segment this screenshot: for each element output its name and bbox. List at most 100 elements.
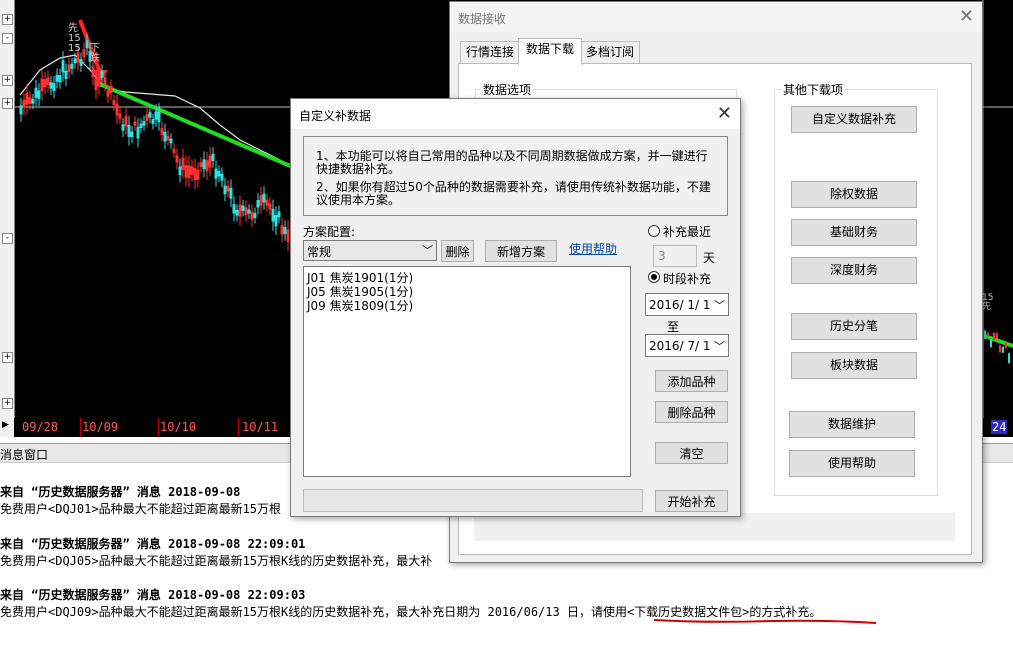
candle-body xyxy=(148,112,152,118)
data-receive-title: 数据接收 xyxy=(458,12,507,26)
candle-body xyxy=(37,90,41,99)
candle-body xyxy=(274,215,278,227)
start-supplement-button[interactable]: 开始补充 xyxy=(655,490,728,512)
toolbar-button[interactable]: + xyxy=(2,98,13,109)
basic-finance-button[interactable]: 基础财务 xyxy=(791,219,917,246)
candle-body xyxy=(100,70,104,78)
message-body: 免费用户<DQJ05>品种最大不能超过距离最新15万根K线的历史数据补充，最大补 xyxy=(0,554,433,568)
candle-body xyxy=(987,332,989,337)
toolbar-button[interactable]: - xyxy=(2,233,13,244)
custom-supplement-dialog: 自定义补数据 ✕ 1、本功能可以将自己常用的品种以及不同周期数据做成方案，并一键… xyxy=(290,98,741,517)
date-to-picker[interactable]: 2016/ 7/ 1 ﹀ xyxy=(645,334,729,357)
date-separator xyxy=(238,418,239,437)
candle-body xyxy=(241,205,245,211)
candle-body xyxy=(52,83,56,92)
date-label: 10/09 xyxy=(82,420,119,434)
recent-days-value: 3 xyxy=(658,249,666,263)
info-box: 1、本功能可以将自己常用的品种以及不同周期数据做成方案，并一键进行快捷数据补充。… xyxy=(303,136,728,216)
candle-body xyxy=(217,170,221,177)
recent-radio-label: 补充最近 xyxy=(663,225,712,239)
custom-data-supplement-button[interactable]: 自定义数据补充 xyxy=(791,106,917,133)
close-icon[interactable]: ✕ xyxy=(959,6,974,27)
chevron-down-icon[interactable]: ﹀ xyxy=(422,242,433,258)
candle-body xyxy=(139,123,143,129)
candle-body xyxy=(247,209,251,214)
candle-body xyxy=(130,131,134,138)
date-from-picker[interactable]: 2016/ 1/ 1 ﹀ xyxy=(645,293,729,316)
candle-body xyxy=(157,111,161,123)
candle-body xyxy=(55,74,59,82)
recent-days-input[interactable]: 3 xyxy=(653,245,697,267)
new-scheme-button[interactable]: 新增方案 xyxy=(485,240,557,262)
tab-depth-subscribe[interactable]: 多档订阅 xyxy=(580,41,640,64)
date-label: 24 xyxy=(991,420,1008,434)
message-window-title: 消息窗口 xyxy=(0,448,49,462)
candle-body xyxy=(277,211,281,218)
candle-body xyxy=(70,63,74,69)
data-options-label: 数据选项 xyxy=(481,81,534,98)
remove-instrument-button[interactable]: 删除品种 xyxy=(655,401,728,423)
message-header: 来自 “历史数据服务器” 消息 2018-09-08 xyxy=(0,485,241,499)
delete-scheme-button[interactable]: 删除 xyxy=(441,240,474,262)
info-line-1: 1、本功能可以将自己常用的品种以及不同周期数据做成方案，并一键进行快捷数据补充。 xyxy=(316,149,708,176)
annotation-text: 先 xyxy=(982,302,992,312)
add-instrument-button[interactable]: 添加品种 xyxy=(655,370,728,392)
info-line-2: 2、如果你有超过50个品种的数据需要补充，请使用传统补数据功能，不建议使用本方案… xyxy=(316,180,711,207)
help-button[interactable]: 使用帮助 xyxy=(789,450,915,477)
chevron-down-icon[interactable]: ﹀ xyxy=(714,338,725,354)
date-to-label: 至 xyxy=(667,320,680,334)
candle-body xyxy=(990,339,992,348)
zoom-in-button[interactable]: + xyxy=(2,14,13,25)
instrument-list[interactable]: J01 焦炭1901(1分) J05 焦炭1905(1分) J09 焦炭1809… xyxy=(303,266,631,477)
candle-body xyxy=(999,345,1001,353)
clear-button[interactable]: 清空 xyxy=(655,442,728,464)
tab-market-connect[interactable]: 行情连接 xyxy=(460,41,520,64)
date-label: 10/11 xyxy=(242,420,279,434)
annotation-text: 下跌 xyxy=(90,43,100,64)
message-body: 免费用户<DQJ01>品种最大不能超过距离最新15万根 xyxy=(0,502,282,516)
message-header: 来自 “历史数据服务器” 消息 2018-09-08 22:09:01 xyxy=(0,537,306,551)
progress-bar xyxy=(303,489,643,512)
vertical-toolbar: + - + + - + + ▶ xyxy=(0,0,15,437)
help-link[interactable]: 使用帮助 xyxy=(569,240,617,257)
deep-finance-button[interactable]: 深度财务 xyxy=(791,257,917,284)
ex-rights-data-button[interactable]: 除权数据 xyxy=(791,181,917,208)
candle-body xyxy=(993,332,995,341)
message-header: 来自 “历史数据服务器” 消息 2018-09-08 22:09:03 xyxy=(0,588,306,602)
candle-body xyxy=(235,209,239,216)
toolbar-button[interactable]: + xyxy=(2,352,13,363)
candle-body xyxy=(154,111,158,120)
hand-drawn-underline xyxy=(653,619,877,624)
candle-body xyxy=(34,87,38,98)
toolbar-button[interactable]: + xyxy=(2,398,13,409)
play-icon[interactable]: ▶ xyxy=(2,420,9,430)
period-radio-label: 时段补充 xyxy=(663,272,712,286)
candle-body xyxy=(202,159,206,170)
sector-data-button[interactable]: 板块数据 xyxy=(791,352,917,379)
scheme-select[interactable]: 常规 ﹀ xyxy=(303,240,437,261)
recent-radio[interactable] xyxy=(648,225,660,237)
candle-body xyxy=(984,330,986,339)
candle-body xyxy=(163,131,167,142)
candle-body xyxy=(31,99,35,104)
tab-data-download[interactable]: 数据下载 xyxy=(518,38,582,65)
chevron-down-icon[interactable]: ﹀ xyxy=(714,297,725,313)
historical-ticks-button[interactable]: 历史分笔 xyxy=(791,313,917,340)
annotation-label-left: 先 15 15 下跌 xyxy=(68,24,108,64)
list-item[interactable]: J09 焦炭1809(1分) xyxy=(307,297,413,314)
period-radio[interactable] xyxy=(648,271,660,283)
toolbar-button[interactable]: + xyxy=(2,75,13,86)
scheme-select-value: 常规 xyxy=(307,245,332,259)
data-maintenance-button[interactable]: 数据维护 xyxy=(789,411,915,438)
date-label: 09/28 xyxy=(22,420,59,434)
zoom-out-button[interactable]: - xyxy=(2,33,13,44)
candle-body xyxy=(220,173,224,181)
date-label: 10/10 xyxy=(160,420,197,434)
date-from-value: 2016/ 1/ 1 xyxy=(649,298,711,312)
candle-body xyxy=(262,193,266,203)
candle-body xyxy=(58,75,62,83)
candle-body xyxy=(256,199,260,208)
close-icon[interactable]: ✕ xyxy=(717,103,732,124)
candle-body xyxy=(1008,352,1010,364)
days-unit: 天 xyxy=(703,251,716,265)
